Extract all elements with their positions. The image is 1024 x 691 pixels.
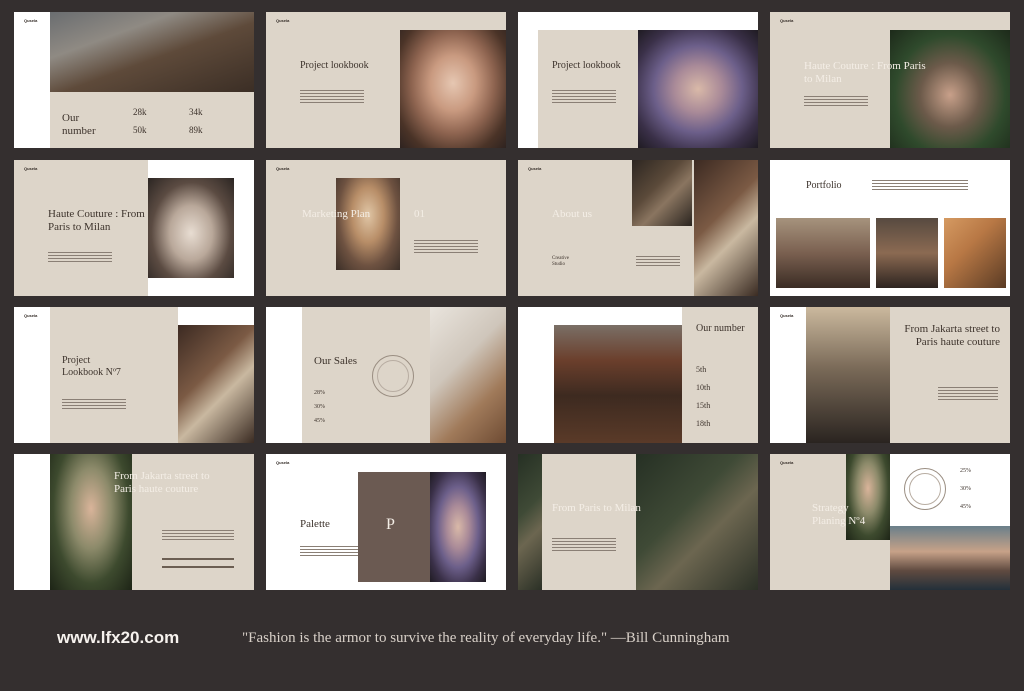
slide-title: From Paris to Milan <box>552 502 641 514</box>
slide-our-sales[interactable]: Our Sales 28% 30% 45% <box>266 307 506 443</box>
body-text <box>938 387 998 401</box>
slide-title: Our number <box>62 112 96 137</box>
slide-title: Palette <box>300 518 330 530</box>
info-panel <box>538 30 638 148</box>
stat-value: 30% <box>960 486 971 492</box>
body-text <box>300 546 364 558</box>
room-photo <box>178 325 254 443</box>
balcony-photo <box>806 307 890 443</box>
slide-marketing-plan[interactable]: Qusela Marketing Plan 01 <box>266 160 506 296</box>
slide-title: Project lookbook <box>300 60 369 71</box>
door-photo <box>636 454 758 590</box>
portrait-photo <box>148 178 234 278</box>
slide-our-number[interactable]: Qusela Our number 28k 34k 50k 89k <box>14 12 254 148</box>
body-text <box>552 538 616 552</box>
body-text <box>48 252 112 264</box>
brand-logo: Qusela <box>780 18 794 23</box>
slide-from-jakarta[interactable]: Qusela From Jakarta street to Paris haut… <box>770 307 1010 443</box>
slide-project-lookbook[interactable]: Qusela Project lookbook <box>266 12 506 148</box>
brand-logo: Qusela <box>780 313 794 318</box>
slide-portfolio[interactable]: Portfolio <box>770 160 1010 296</box>
chart-ring <box>372 355 414 397</box>
stat-value: 28k <box>133 107 147 117</box>
stat-value: 10th <box>696 383 711 392</box>
slide-our-number-2[interactable]: Our number 5th 10th 15th 18th <box>518 307 758 443</box>
stat-value: 89k <box>189 125 203 135</box>
brand-logo: Qusela <box>24 18 38 23</box>
stat-value: 25% <box>960 468 971 474</box>
slide-title: Portfolio <box>806 180 842 191</box>
body-text <box>804 96 868 108</box>
slide-haute-couture-2[interactable]: Qusela Haute Couture : From Paris to Mil… <box>14 160 254 296</box>
coast-photo <box>50 12 254 92</box>
stat-value: 50k <box>133 125 147 135</box>
brand-logo: Qusela <box>780 460 794 465</box>
stat-value: 34k <box>189 107 203 117</box>
slide-title: About us <box>552 208 593 220</box>
brand-logo: Qusela <box>276 460 290 465</box>
slide-title: Strategy Planing Nº4 <box>812 502 866 527</box>
body-text <box>300 90 364 104</box>
body-text <box>414 240 478 254</box>
body-text <box>162 530 234 540</box>
slide-from-paris-to-milan[interactable]: From Paris to Milan <box>518 454 758 590</box>
portrait-photo <box>430 472 486 582</box>
slide-title: Project lookbook <box>552 60 621 71</box>
slide-from-jakarta-2[interactable]: From Jakarta street to Paris haute coutu… <box>14 454 254 590</box>
palette-letter: P <box>386 516 395 533</box>
footer-quote: "Fashion is the armor to survive the rea… <box>242 630 730 646</box>
progress-bar <box>162 566 234 568</box>
slide-strategy-planing[interactable]: Qusela Strategy Planing Nº4 25% 30% 45% <box>770 454 1010 590</box>
portrait-photo <box>638 30 758 148</box>
street-photo <box>776 218 870 288</box>
slide-haute-couture[interactable]: Qusela Haute Couture : From Paris to Mil… <box>770 12 1010 148</box>
body-text <box>62 399 126 411</box>
plan-number: 01 <box>414 208 425 220</box>
stat-value: 15th <box>696 401 711 410</box>
stat-value: 45% <box>314 418 325 424</box>
stat-value: 5th <box>696 365 707 374</box>
slide-grid: Qusela Our number 28k 34k 50k 89k Qusela… <box>14 12 1010 590</box>
portrait-photo <box>400 30 506 148</box>
street-photo <box>876 218 938 288</box>
white-strip <box>14 454 50 590</box>
stat-value: 28% <box>314 390 325 396</box>
brand-logo: Qusela <box>24 166 38 171</box>
progress-bar <box>162 558 234 560</box>
slide-subtitle: Creative Studio <box>552 256 569 267</box>
slide-title: Project Lookbook Nº7 <box>62 355 121 378</box>
body-text <box>552 90 616 104</box>
brand-logo: Qusela <box>24 313 38 318</box>
waterfall-photo <box>554 325 682 443</box>
chart-ring <box>904 468 946 510</box>
slide-title: Our number <box>696 323 745 334</box>
slide-project-lookbook-2[interactable]: Project lookbook <box>518 12 758 148</box>
slide-title: Our Sales <box>314 355 358 367</box>
interior-photo <box>632 160 692 226</box>
plant-photo <box>518 454 542 590</box>
slide-palette[interactable]: Qusela Palette P <box>266 454 506 590</box>
portrait-photo <box>336 178 400 270</box>
street-photo <box>944 218 1006 288</box>
slide-title: From Jakarta street to Paris haute coutu… <box>904 323 1000 348</box>
stat-value: 45% <box>960 504 971 510</box>
stat-value: 18th <box>696 419 711 428</box>
stat-value: 30% <box>314 404 325 410</box>
slide-about-us[interactable]: Qusela About us Creative Studio <box>518 160 758 296</box>
pool-photo <box>890 526 1010 590</box>
slide-project-lookbook-7[interactable]: Qusela Project Lookbook Nº7 <box>14 307 254 443</box>
window-photo <box>694 160 758 296</box>
slide-title: Marketing Plan <box>302 208 371 220</box>
body-text <box>636 256 680 268</box>
portrait-photo <box>890 30 1010 148</box>
brand-logo: Qusela <box>528 166 542 171</box>
stool-photo <box>430 307 506 443</box>
slide-title: Haute Couture : From Paris to Milan <box>804 60 926 85</box>
body-text <box>872 180 968 190</box>
brand-logo: Qusela <box>276 166 290 171</box>
website-link[interactable]: www.lfx20.com <box>57 628 179 648</box>
brand-logo: Qusela <box>276 18 290 23</box>
slide-title: From Jakarta street to Paris haute coutu… <box>114 470 210 495</box>
